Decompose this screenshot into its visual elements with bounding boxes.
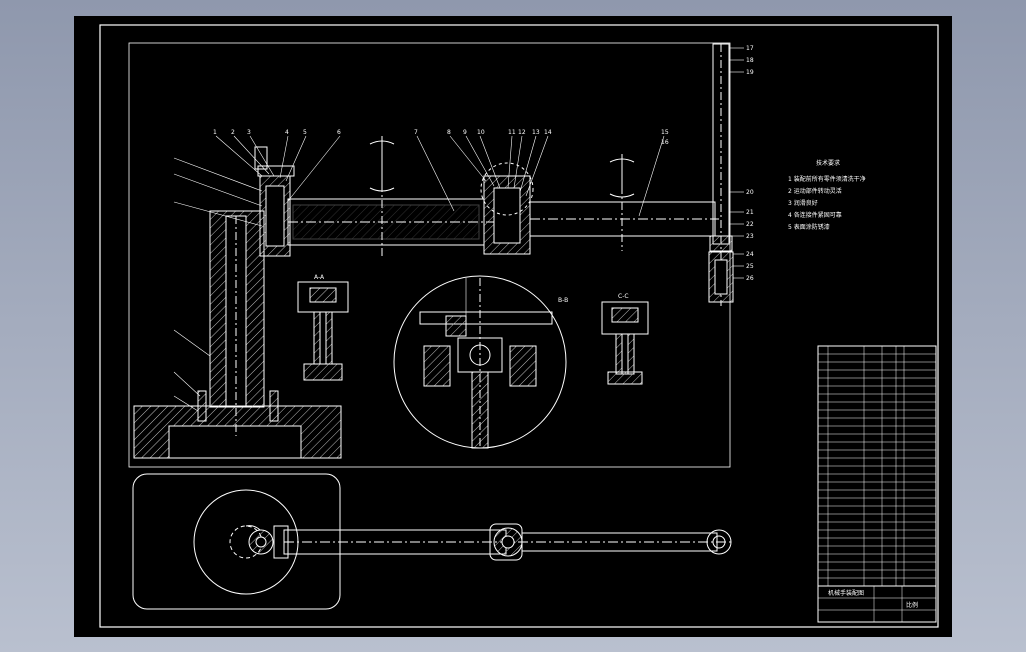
- section-view-c: [601, 301, 649, 385]
- assembly-drawing: 1 2 3 4 5 6 7 8 9 10 11 12 13 14 15 16 1…: [99, 24, 939, 628]
- balloon-22: 22: [746, 221, 754, 228]
- balloon-14: 14: [544, 129, 552, 136]
- notes-title: 技术要求: [816, 159, 840, 167]
- balloon-10: 10: [477, 129, 485, 136]
- balloon-8: 8: [447, 129, 451, 136]
- technical-notes: 技术要求 1 装配前所有零件须清洗干净 2 运动部件转动灵活 3 润滑良好 4 …: [788, 159, 866, 231]
- balloon-18: 18: [746, 57, 754, 64]
- title-block: 机械手装配图 比例: [817, 345, 937, 623]
- note-4: 4 各连接件紧固可靠: [788, 211, 842, 219]
- section-label-c: C-C: [618, 293, 629, 300]
- balloon-5: 5: [303, 129, 307, 136]
- front-view: [133, 43, 734, 459]
- top-balloons: 1 2 3 4 5 6 7 8 9 10 11 12 13 14 15 16: [213, 129, 669, 146]
- balloon-25: 25: [746, 263, 754, 270]
- cad-canvas[interactable]: 1 2 3 4 5 6 7 8 9 10 11 12 13 14 15 16 1…: [74, 16, 952, 637]
- balloon-7: 7: [414, 129, 418, 136]
- note-3: 3 润滑良好: [788, 199, 818, 207]
- balloon-12: 12: [518, 129, 526, 136]
- balloon-4: 4: [285, 129, 289, 136]
- balloon-6: 6: [337, 129, 341, 136]
- balloon-3: 3: [247, 129, 251, 136]
- balloon-16: 16: [661, 139, 669, 146]
- balloon-11: 11: [508, 129, 516, 136]
- note-1: 1 装配前所有零件须清洗干净: [788, 175, 866, 183]
- balloon-23: 23: [746, 233, 754, 240]
- balloon-9: 9: [463, 129, 467, 136]
- section-view-a: [297, 281, 349, 381]
- balloon-15: 15: [661, 129, 669, 136]
- top-view: [132, 473, 734, 610]
- section-label-b: B-B: [558, 297, 568, 304]
- balloon-20: 20: [746, 189, 754, 196]
- balloon-26: 26: [746, 275, 754, 282]
- note-2: 2 运动部件转动灵活: [788, 187, 842, 195]
- balloon-1: 1: [213, 129, 217, 136]
- balloon-17: 17: [746, 45, 754, 52]
- drawing-name: 机械手装配图: [828, 589, 864, 597]
- note-5: 5 表面涂防锈漆: [788, 223, 830, 231]
- detail-view: [393, 275, 567, 449]
- scale-label: 比例: [906, 601, 918, 609]
- balloon-21: 21: [746, 209, 754, 216]
- section-label-a: A-A: [314, 274, 325, 281]
- balloon-2: 2: [231, 129, 235, 136]
- right-balloons: 17 18 19 20 21 22 23 24 25 26: [746, 45, 754, 282]
- balloon-13: 13: [532, 129, 540, 136]
- balloon-24: 24: [746, 251, 754, 258]
- balloon-19: 19: [746, 69, 754, 76]
